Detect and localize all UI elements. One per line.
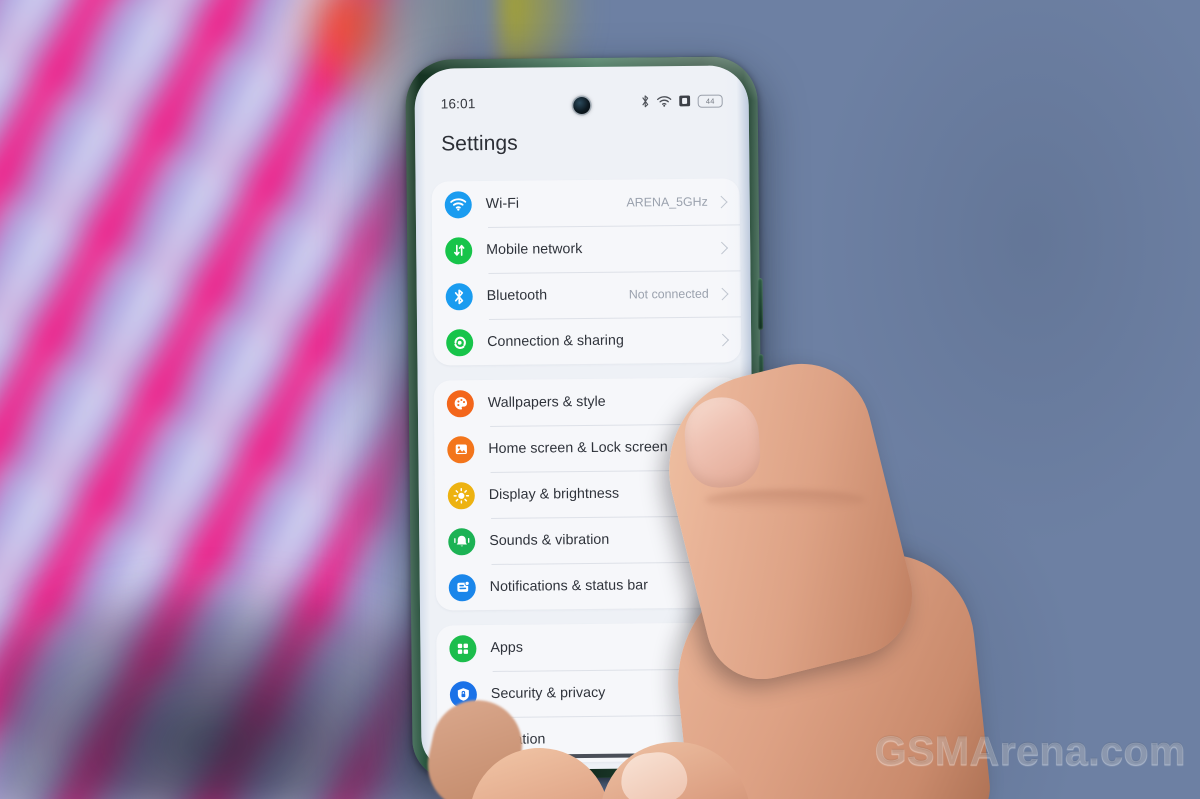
- status-bar-icons: 44: [641, 94, 723, 109]
- settings-row-bluetooth[interactable]: Bluetooth Not connected: [432, 270, 740, 319]
- photo-scene: 16:01 44 Settings Wi-Fi ARENA_5GHz Mobil…: [0, 0, 1200, 799]
- settings-row-label: Connection & sharing: [487, 332, 624, 351]
- settings-row-label: Home screen & Lock screen: [488, 439, 668, 458]
- sound-bell-icon: [448, 527, 476, 555]
- chevron-right-icon: [715, 241, 729, 254]
- settings-row-apps[interactable]: Apps: [436, 622, 744, 671]
- settings-group-personalization: Wallpapers & style Home screen & Lock sc…: [433, 377, 744, 611]
- settings-app: 16:01 44 Settings Wi-Fi ARENA_5GHz Mobil…: [414, 65, 756, 771]
- settings-row-display-brightness[interactable]: Display & brightness: [435, 469, 743, 518]
- chevron-right-icon: [719, 639, 733, 652]
- home-lock-screen-icon: [447, 435, 475, 463]
- settings-row-security-privacy[interactable]: Security & privacy: [437, 668, 745, 717]
- mobile-network-icon: [445, 236, 473, 264]
- chevron-right-icon: [717, 440, 731, 453]
- settings-row-label: Apps: [490, 639, 524, 657]
- wallpaper-palette-icon: [446, 389, 474, 417]
- front-camera-punch-hole: [573, 96, 591, 115]
- settings-row-label: Security & privacy: [490, 684, 606, 703]
- wifi-icon: [444, 190, 472, 218]
- settings-row-label: Bluetooth: [486, 287, 548, 305]
- location-pin-icon: [450, 726, 478, 754]
- battery-icon: 44: [697, 94, 723, 108]
- settings-row-wifi[interactable]: Wi-Fi ARENA_5GHz: [432, 178, 740, 227]
- settings-row-mobile-network[interactable]: Mobile network: [432, 224, 740, 273]
- power-button[interactable]: [757, 278, 764, 331]
- settings-row-label: Sounds & vibration: [489, 531, 610, 550]
- settings-row-label: Wallpapers & style: [487, 393, 606, 412]
- settings-row-label: Wi-Fi: [485, 195, 520, 213]
- settings-row-connection-sharing[interactable]: Connection & sharing: [433, 316, 741, 365]
- page-title: Settings: [441, 131, 518, 156]
- settings-group-connectivity: Wi-Fi ARENA_5GHz Mobile network Bluetoot…: [431, 178, 742, 366]
- sim-signal-icon: [679, 95, 691, 107]
- settings-row-label: Display & brightness: [488, 485, 620, 504]
- chevron-right-icon: [716, 333, 730, 346]
- settings-row-value: Not connected: [628, 286, 709, 302]
- bluetooth-icon: [445, 282, 473, 310]
- settings-row-label: Notifications & status bar: [489, 577, 649, 596]
- chevron-right-icon: [716, 394, 730, 407]
- chevron-right-icon: [720, 731, 734, 744]
- status-bar-clock: 16:01: [440, 95, 476, 111]
- settings-row-label: Mobile network: [486, 241, 583, 259]
- chevron-right-icon: [720, 685, 733, 698]
- settings-row-value: ARENA_5GHz: [626, 194, 708, 210]
- brightness-sun-icon: [447, 481, 475, 509]
- apps-grid-icon: [449, 634, 477, 662]
- battery-level-text: 44: [705, 96, 715, 106]
- wifi-icon: [657, 96, 672, 107]
- shield-lock-icon: [449, 680, 478, 708]
- settings-group-system: Apps Security & privacy Location: [436, 622, 746, 764]
- volume-rocker-button[interactable]: [758, 354, 765, 447]
- settings-row-label: Location: [491, 731, 546, 748]
- watermark: GSMArena.com: [874, 728, 1186, 775]
- bluetooth-icon: [642, 95, 649, 108]
- chevron-right-icon: [717, 486, 731, 499]
- settings-row-sounds-vibration[interactable]: Sounds & vibration: [435, 515, 743, 564]
- settings-row-notifications-status-bar[interactable]: Notifications & status bar: [436, 561, 744, 610]
- phone-screen: 16:01 44 Settings Wi-Fi ARENA_5GHz Mobil…: [414, 65, 756, 771]
- settings-list: Wi-Fi ARENA_5GHz Mobile network Bluetoot…: [431, 178, 746, 770]
- smartphone-device: 16:01 44 Settings Wi-Fi ARENA_5GHz Mobil…: [405, 56, 765, 780]
- connection-sharing-icon: [446, 328, 474, 356]
- notifications-icon: [448, 573, 476, 601]
- chevron-right-icon: [718, 532, 732, 545]
- chevron-right-icon: [718, 578, 732, 591]
- settings-row-wallpapers-style[interactable]: Wallpapers & style: [434, 377, 742, 426]
- settings-row-home-lock-screen[interactable]: Home screen & Lock screen: [434, 423, 742, 472]
